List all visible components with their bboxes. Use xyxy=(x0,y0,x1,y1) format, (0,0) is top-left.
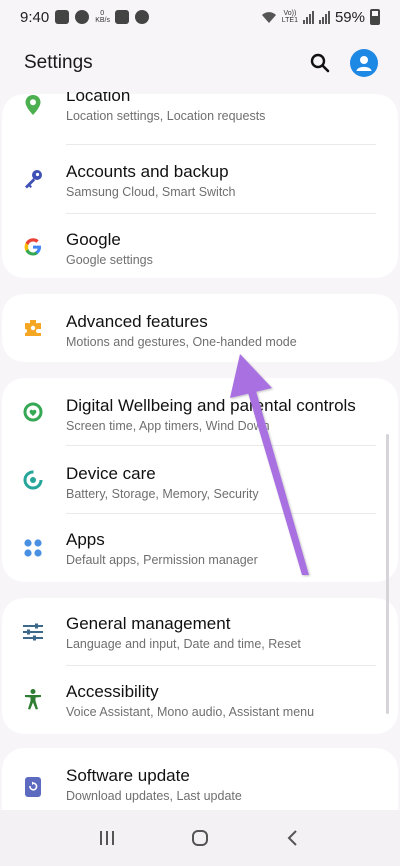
settings-list[interactable]: Location Location settings, Location req… xyxy=(0,92,400,810)
settings-group-1: Location Location settings, Location req… xyxy=(2,92,398,278)
status-time: 9:40 xyxy=(20,8,50,26)
person-icon xyxy=(356,56,372,71)
setting-subtitle: Location settings, Location requests xyxy=(66,109,266,123)
setting-item-apps[interactable]: Apps Default apps, Permission manager xyxy=(2,514,398,582)
setting-item-google[interactable]: Google Google settings xyxy=(2,214,398,282)
setting-item-digital-wellbeing[interactable]: Digital Wellbeing and parental controls … xyxy=(2,378,398,446)
settings-group-2: Advanced features Motions and gestures, … xyxy=(2,294,398,362)
wellbeing-icon xyxy=(22,401,44,423)
status-right: Vo)) LTE1 59% xyxy=(261,9,380,26)
location-icon xyxy=(22,94,44,116)
battery-icon xyxy=(370,9,380,25)
page-title: Settings xyxy=(24,52,93,73)
recent-apps-button[interactable] xyxy=(87,818,127,858)
setting-item-accessibility[interactable]: Accessibility Voice Assistant, Mono audi… xyxy=(2,666,398,734)
profile-avatar-button[interactable] xyxy=(350,49,378,77)
setting-item-advanced-features[interactable]: Advanced features Motions and gestures, … xyxy=(2,294,398,362)
setting-subtitle: Battery, Storage, Memory, Security xyxy=(66,487,259,501)
signal-strength-2-icon xyxy=(318,10,330,24)
setting-subtitle: Download updates, Last update xyxy=(66,789,242,803)
setting-title: Accessibility xyxy=(66,682,159,701)
status-left: 9:40 0 KB/s xyxy=(20,8,150,26)
setting-title: Software update xyxy=(66,766,190,785)
volte-label: Vo)) LTE1 xyxy=(281,10,298,24)
setting-title: Accounts and backup xyxy=(66,162,229,181)
navigation-bar xyxy=(0,810,400,866)
network-speed: 0 KB/s xyxy=(95,10,110,24)
gallery-notification-icon xyxy=(115,10,130,24)
setting-title: Google xyxy=(66,230,121,249)
signal-strength-1-icon xyxy=(302,10,314,24)
app-header: Settings xyxy=(0,34,400,92)
home-icon xyxy=(191,830,208,846)
setting-subtitle: Screen time, App timers, Wind Down xyxy=(66,419,270,433)
setting-title: Advanced features xyxy=(66,312,208,331)
wifi-icon xyxy=(261,12,276,23)
battery-percent: 59% xyxy=(334,8,365,26)
message-notification-icon xyxy=(55,10,70,24)
recent-apps-icon xyxy=(99,831,114,845)
google-icon xyxy=(22,236,44,258)
setting-title: General management xyxy=(66,614,231,633)
setting-title: Device care xyxy=(66,464,156,483)
setting-title: Location xyxy=(66,92,131,105)
setting-title: Digital Wellbeing and parental controls xyxy=(66,396,356,415)
setting-item-software-update[interactable]: Software update Download updates, Last u… xyxy=(2,756,398,810)
setting-item-device-care[interactable]: Device care Battery, Storage, Memory, Se… xyxy=(2,446,398,514)
key-icon xyxy=(22,168,44,190)
setting-item-location[interactable]: Location Location settings, Location req… xyxy=(2,92,398,152)
settings-group-3: Digital Wellbeing and parental controls … xyxy=(2,378,398,582)
status-bar: 9:40 0 KB/s Vo)) LTE1 59% xyxy=(0,0,400,34)
setting-subtitle: Google settings xyxy=(66,253,153,267)
setting-subtitle: Voice Assistant, Mono audio, Assistant m… xyxy=(66,705,315,719)
device-care-icon xyxy=(22,469,44,491)
settings-group-4: General management Language and input, D… xyxy=(2,598,398,734)
search-button[interactable] xyxy=(306,49,334,77)
back-icon xyxy=(287,830,298,846)
setting-title: Apps xyxy=(66,530,105,549)
messenger-notification-icon xyxy=(75,10,90,24)
setting-item-accounts-and-backup[interactable]: Accounts and backup Samsung Cloud, Smart… xyxy=(2,146,398,214)
header-actions xyxy=(306,49,378,77)
software-update-icon xyxy=(22,776,44,798)
home-button[interactable] xyxy=(180,818,220,858)
sliders-icon xyxy=(22,621,44,643)
scrollbar[interactable] xyxy=(386,434,389,714)
accessibility-icon xyxy=(22,688,44,710)
setting-subtitle: Motions and gestures, One-handed mode xyxy=(66,335,297,349)
back-button[interactable] xyxy=(273,818,313,858)
puzzle-icon xyxy=(22,317,44,339)
settings-group-5: Software update Download updates, Last u… xyxy=(2,748,398,810)
search-icon xyxy=(310,53,330,73)
setting-item-general-management[interactable]: General management Language and input, D… xyxy=(2,598,398,666)
app-notification-icon xyxy=(135,10,150,24)
setting-subtitle: Samsung Cloud, Smart Switch xyxy=(66,185,236,199)
apps-icon xyxy=(22,537,44,559)
setting-subtitle: Default apps, Permission manager xyxy=(66,553,258,567)
setting-subtitle: Language and input, Date and time, Reset xyxy=(66,637,301,651)
divider xyxy=(66,144,376,145)
